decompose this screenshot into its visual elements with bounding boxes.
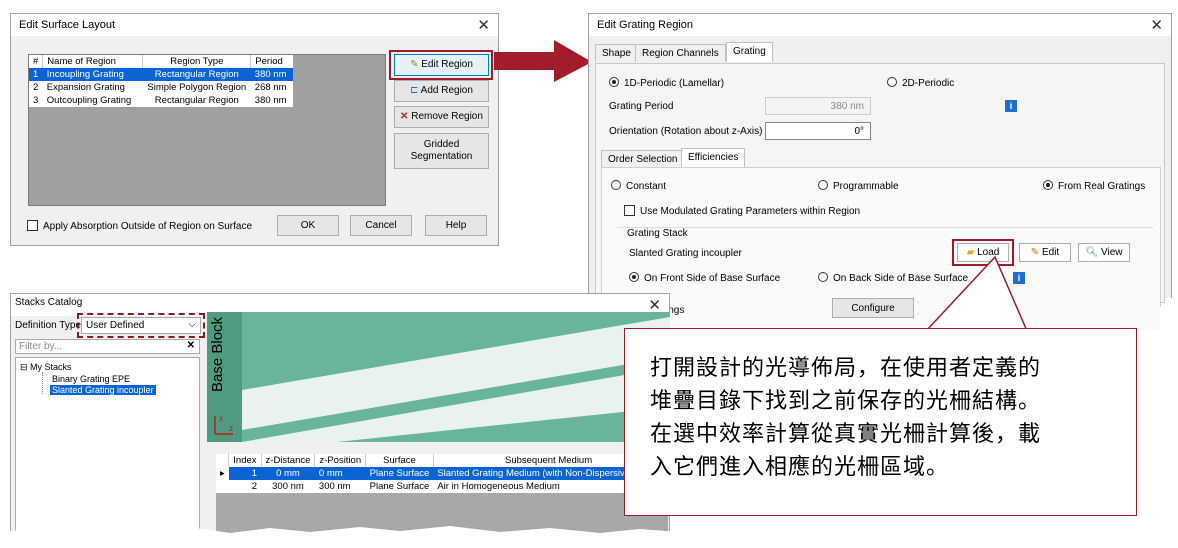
stack-preview: Base Block x z bbox=[207, 312, 670, 442]
stack-tree: ⊟ My Stacks Binary Grating EPE Slanted G… bbox=[15, 357, 200, 542]
tab-grating[interactable]: Grating bbox=[726, 42, 773, 62]
grating-stack-label: Grating Stack bbox=[627, 228, 688, 239]
grating-illustration bbox=[207, 312, 670, 442]
table-row[interactable]: 3 Outcoupling Grating Rectangular Region… bbox=[29, 94, 293, 107]
callout-line: 打開設計的光導佈局，在使用者定義的 bbox=[650, 355, 1042, 380]
remove-icon: ✕ bbox=[400, 111, 409, 122]
periodic-1d-radio[interactable]: 1D-Periodic (Lamellar) bbox=[609, 77, 724, 89]
programmable-radio[interactable]: Programmable bbox=[818, 180, 899, 192]
table-header: # Name of Region Region Type Period bbox=[29, 55, 293, 68]
orientation-field[interactable]: 0° bbox=[765, 122, 871, 140]
tab-order-selection[interactable]: Order Selection bbox=[601, 150, 685, 168]
callout-line: 入它們進入相應的光柵區域。 bbox=[650, 454, 950, 479]
col-period: Period bbox=[255, 56, 283, 67]
row-pointer-icon: ▸ bbox=[216, 467, 229, 480]
constant-radio[interactable]: Constant bbox=[611, 180, 666, 192]
info-icon[interactable]: i bbox=[1005, 100, 1017, 112]
orientation-label: Orientation (Rotation about z-Axis) bbox=[609, 126, 763, 137]
tree-item[interactable]: Slanted Grating incoupler bbox=[50, 385, 156, 395]
layer-table: Index z-Distance z-Position Surface Subs… bbox=[216, 454, 664, 493]
callout-pointer bbox=[924, 255, 1030, 335]
arrow-icon bbox=[494, 40, 592, 82]
tab-bar: Shape Region Channels Grating bbox=[595, 42, 1165, 64]
edit-grating-region-window: Edit Grating Region ✕ Shape Region Chann… bbox=[588, 13, 1172, 307]
axis-z-label: z bbox=[229, 424, 233, 433]
col-type: Region Type bbox=[142, 55, 252, 68]
view-button[interactable]: 🔍︎ View bbox=[1078, 243, 1130, 262]
gridded-segmentation-button[interactable]: Gridded Segmentation bbox=[394, 133, 489, 169]
table-header: Index z-Distance z-Position Surface Subs… bbox=[216, 454, 663, 467]
callout-line: 堆疊目錄下找到之前保存的光柵結構。 bbox=[650, 388, 1042, 413]
grating-period-field: 380 nm bbox=[765, 97, 871, 115]
add-icon: ⊏ bbox=[410, 85, 419, 96]
col-name: Name of Region bbox=[42, 55, 144, 68]
stacks-catalog-window: Stacks Catalog ✕ Definition Type User De… bbox=[10, 293, 670, 544]
callout-box: 打開設計的光導佈局，在使用者定義的 堆疊目錄下找到之前保存的光柵結構。 在選中效… bbox=[624, 328, 1137, 516]
axis-x-label: x bbox=[219, 414, 223, 423]
tree-line bbox=[42, 372, 43, 394]
filter-input[interactable]: Filter by... ✕ bbox=[15, 339, 200, 354]
table-row[interactable]: ▸ 1 0 mm 0 mm Plane Surface Slanted Grat… bbox=[216, 467, 664, 480]
axis-icon: x z bbox=[211, 412, 237, 438]
help-button[interactable]: Help bbox=[425, 215, 487, 236]
grating-period-label: Grating Period bbox=[609, 101, 674, 112]
periodic-2d-radio[interactable]: 2D-Periodic bbox=[887, 77, 954, 89]
window-title: Edit Grating Region bbox=[589, 14, 1171, 36]
callout-line: 在選中效率計算從真實光柵計算後，載 bbox=[650, 421, 1042, 446]
close-icon[interactable]: ✕ bbox=[1150, 16, 1163, 34]
add-region-button[interactable]: ⊏ Add Region bbox=[394, 80, 489, 102]
table-row[interactable]: 2 Expansion Grating Simple Polygon Regio… bbox=[29, 81, 293, 94]
ok-button[interactable]: OK bbox=[277, 215, 339, 236]
table-row[interactable]: 1 Incoupling Grating Rectangular Region … bbox=[29, 68, 293, 81]
magnifier-icon: 🔍︎ bbox=[1085, 247, 1099, 258]
grating-stack-group bbox=[617, 227, 1153, 297]
tab-efficiencies[interactable]: Efficiencies bbox=[681, 148, 746, 168]
edit-region-highlight bbox=[389, 50, 493, 80]
torn-edge bbox=[0, 526, 680, 548]
close-icon[interactable]: ✕ bbox=[477, 16, 490, 34]
tree-item[interactable]: Binary Grating EPE bbox=[52, 374, 130, 384]
region-table: # Name of Region Region Type Period 1 In… bbox=[29, 55, 293, 107]
cancel-button[interactable]: Cancel bbox=[350, 215, 412, 236]
remove-region-button[interactable]: ✕ Remove Region bbox=[394, 106, 489, 128]
edit-surface-layout-window: Edit Surface Layout ✕ # Name of Region R… bbox=[10, 13, 499, 246]
window-title: Edit Surface Layout bbox=[11, 14, 498, 36]
tab-shape[interactable]: Shape bbox=[595, 44, 638, 62]
col-num: # bbox=[29, 55, 44, 68]
clear-icon[interactable]: ✕ bbox=[187, 340, 195, 351]
subtab-bar: Order Selection Efficiencies bbox=[601, 148, 1161, 168]
base-block-label: Base Block bbox=[209, 316, 226, 392]
checkbox-icon[interactable] bbox=[27, 220, 38, 231]
tab-region-channels[interactable]: Region Channels bbox=[635, 44, 726, 62]
definition-type-label: Definition Type bbox=[15, 320, 81, 331]
stack-name: Slanted Grating incoupler bbox=[629, 248, 742, 259]
front-side-radio[interactable]: On Front Side of Base Surface bbox=[629, 272, 780, 284]
from-real-radio[interactable]: From Real Gratings bbox=[1043, 180, 1145, 192]
apply-absorption-checkbox[interactable]: Apply Absorption Outside of Region on Su… bbox=[27, 220, 252, 232]
region-table-area: # Name of Region Region Type Period 1 In… bbox=[28, 54, 386, 206]
table-row[interactable]: 2 300 nm 300 nm Plane Surface Air in Hom… bbox=[216, 480, 663, 493]
use-modulated-checkbox[interactable]: Use Modulated Grating Parameters within … bbox=[624, 205, 860, 217]
tree-root[interactable]: ⊟ My Stacks bbox=[20, 362, 72, 373]
definition-type-highlight bbox=[77, 313, 205, 338]
